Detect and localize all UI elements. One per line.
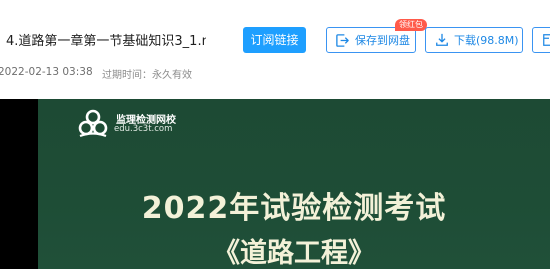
file-title[interactable]: 4.道路第一章第一节基础知识3_1.m...: [6, 30, 206, 49]
video-viewer[interactable]: 监理检测网校 edu.3c3t.com 2022年试验检测考试 《道路工程》: [0, 99, 550, 269]
file-header: 4.道路第一章第一节基础知识3_1.m... 订阅链接 保存到网盘 领红包 下载…: [0, 0, 550, 95]
slide-subtitle: 《道路工程》: [213, 238, 375, 269]
more-button[interactable]: [532, 27, 550, 53]
download-button[interactable]: 下载(98.8M): [425, 27, 523, 53]
save-to-netdisk-label: 保存到网盘: [355, 34, 410, 47]
video-frame: 监理检测网校 edu.3c3t.com 2022年试验检测考试 《道路工程》: [38, 99, 550, 269]
save-to-disk-icon: [336, 34, 349, 47]
download-icon: [436, 33, 448, 46]
more-icon: [543, 34, 550, 46]
expire-time: 过期时间：永久有效: [102, 70, 192, 81]
red-packet-badge: 领红包: [395, 19, 427, 31]
logo-icon: [78, 109, 108, 138]
upload-date: 2022-02-13 03:38: [0, 66, 93, 78]
logo-url: edu.3c3t.com: [114, 124, 173, 134]
subscribe-link-button[interactable]: 订阅链接: [243, 27, 306, 53]
slide-title: 2022年试验检测考试: [141, 191, 447, 226]
download-label: 下载(98.8M): [454, 34, 519, 47]
